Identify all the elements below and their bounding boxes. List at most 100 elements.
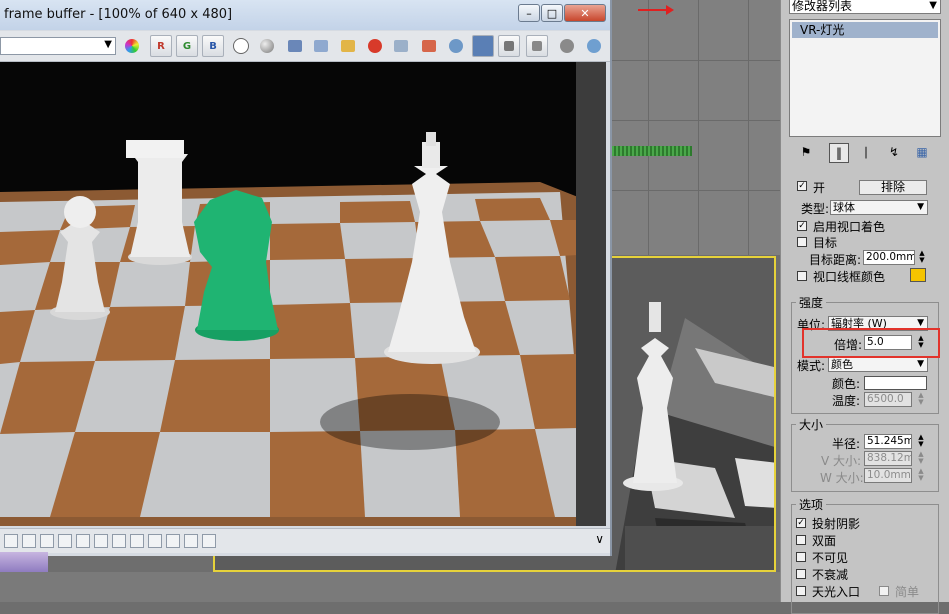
no-decay-label: 不衰减 — [812, 568, 849, 582]
multiplier-highlight-box — [802, 328, 940, 358]
simple-label: 简单 — [895, 585, 920, 599]
invisible-label: 不可见 — [812, 551, 849, 565]
render-scroll-area[interactable] — [576, 62, 606, 526]
close-button[interactable]: ✕ — [564, 4, 606, 22]
history-icon[interactable] — [4, 534, 18, 548]
split-compare-icon[interactable] — [166, 534, 180, 548]
remove-modifier-icon[interactable]: ↯ — [885, 143, 903, 161]
save-icon[interactable] — [284, 35, 306, 57]
h-compare-icon[interactable] — [148, 534, 162, 548]
frame-buffer-titlebar[interactable]: frame buffer - [100% of 640 x 480] – □ ✕ — [0, 0, 610, 30]
window-title: frame buffer - [100% of 640 x 480] — [4, 7, 233, 22]
color-wheel-icon[interactable] — [121, 35, 143, 57]
invisible-checkbox[interactable] — [796, 552, 806, 562]
temperature-field[interactable]: 6500.0 — [864, 392, 912, 407]
skylight-portal-checkbox[interactable] — [796, 586, 806, 596]
radius-spinner[interactable]: ▲ ▼ — [916, 434, 926, 449]
wire-color-label: 视口线框颜色 — [813, 270, 886, 284]
simple-checkbox[interactable] — [879, 586, 889, 596]
blue-channel-button[interactable]: B — [202, 35, 224, 57]
duplicate-icon[interactable] — [310, 35, 332, 57]
type-dropdown[interactable]: 球体 ▼ — [830, 200, 928, 215]
radius-field[interactable]: 51.245mm — [864, 434, 912, 449]
ab-compare-icon[interactable] — [184, 534, 198, 548]
double-sided-checkbox[interactable] — [796, 535, 806, 545]
maximize-button[interactable]: □ — [541, 4, 563, 22]
target-distance-spinner[interactable]: ▲ ▼ — [917, 250, 927, 265]
frame-buffer-bottom-toolbar: ∨ — [0, 528, 610, 553]
wire-color-checkbox[interactable] — [797, 271, 807, 281]
clear-image-icon[interactable] — [364, 35, 386, 57]
wire-color-swatch[interactable] — [910, 268, 926, 282]
top-viewport[interactable] — [612, 0, 780, 255]
exposure-icon[interactable] — [76, 534, 90, 548]
stack-item-vray-light[interactable]: VR-灯光 — [792, 22, 938, 38]
red-channel-button[interactable]: R — [150, 35, 172, 57]
folder-icon[interactable] — [337, 35, 359, 57]
v-size-label: V 大小: — [821, 454, 862, 468]
mono-gray-icon[interactable] — [256, 35, 278, 57]
cast-shadows-label: 投射阴影 — [812, 517, 861, 531]
teapot-render-icon[interactable] — [445, 35, 467, 57]
modifier-stack[interactable]: VR-灯光 — [789, 19, 941, 137]
region-render-icon[interactable] — [418, 35, 440, 57]
options-group-title: 选项 — [796, 496, 827, 513]
temperature-spinner[interactable]: ▲ ▼ — [916, 392, 926, 407]
frame-buffer-toolbar: ▼ R G B — [0, 31, 610, 62]
minimize-button[interactable]: – — [518, 4, 540, 22]
pin-stack-icon[interactable]: ⚑ — [797, 143, 815, 161]
command-panel: 修改器列表 ▼ VR-灯光 ⚑ ‖ ∣ ↯ ▦ ✓ 开 排除 类型: 球体 ▼ … — [780, 0, 949, 614]
stack-toolbar: ⚑ ‖ ∣ ↯ ▦ — [789, 141, 941, 163]
expand-chevron-icon[interactable]: ∨ — [595, 532, 604, 546]
frame-buffer-window[interactable]: frame buffer - [100% of 640 x 480] – □ ✕… — [0, 0, 612, 556]
status-bar — [0, 572, 780, 602]
curve-icon[interactable] — [58, 534, 72, 548]
cast-shadows-checkbox[interactable]: ✓ — [796, 518, 806, 528]
pixel-info-icon[interactable] — [526, 35, 548, 57]
make-unique-icon[interactable]: ∣ — [857, 143, 875, 161]
target-checkbox[interactable] — [797, 237, 807, 247]
taskbar-thumbnail — [0, 552, 48, 572]
white-balance-icon[interactable] — [94, 534, 108, 548]
intensity-group-title: 强度 — [796, 294, 827, 311]
srgb-icon[interactable] — [112, 534, 126, 548]
lens-effects-icon[interactable] — [22, 534, 36, 548]
w-size-spinner[interactable]: ▲ ▼ — [916, 468, 926, 483]
exclude-button[interactable]: 排除 — [859, 180, 927, 195]
viewport-shading-checkbox[interactable]: ✓ — [797, 221, 807, 231]
lut-icon[interactable] — [130, 534, 144, 548]
link-icon[interactable] — [472, 35, 494, 57]
chevron-down-icon: ▼ — [917, 359, 924, 369]
target-distance-field[interactable]: 200.0mm — [863, 250, 915, 265]
levels-icon[interactable] — [40, 534, 54, 548]
zoom-fit-icon[interactable] — [498, 35, 520, 57]
green-channel-button[interactable]: G — [176, 35, 198, 57]
configure-sets-icon[interactable]: ▦ — [913, 143, 931, 161]
render-teapot-icon[interactable] — [583, 35, 605, 57]
color-label: 颜色: — [832, 377, 861, 391]
skylight-portal-label: 天光入口 — [812, 585, 861, 599]
temperature-label: 温度: — [832, 394, 861, 408]
mode-dropdown[interactable]: 颜色 ▼ — [828, 357, 928, 372]
target-label: 目标 — [813, 236, 838, 250]
alpha-white-icon[interactable] — [230, 35, 252, 57]
chevron-down-icon: ▼ — [917, 202, 924, 212]
w-size-field[interactable]: 10.0mm — [864, 468, 912, 483]
no-decay-checkbox[interactable] — [796, 569, 806, 579]
render-channel-select[interactable]: ▼ — [0, 37, 116, 55]
on-checkbox[interactable]: ✓ — [797, 181, 807, 191]
type-label: 类型: — [801, 202, 830, 216]
light-color-swatch[interactable] — [864, 376, 927, 390]
show-end-result-icon[interactable]: ‖ — [829, 143, 849, 163]
v-size-field[interactable]: 838.12mm — [864, 451, 912, 466]
target-distance-label: 目标距离: — [809, 253, 862, 267]
stop-icon[interactable] — [556, 35, 578, 57]
axis-gizmo-arrow — [638, 5, 674, 15]
track-mouse-icon[interactable] — [390, 35, 412, 57]
modifier-list-dropdown[interactable]: 修改器列表 ▼ — [789, 0, 941, 14]
mode-label: 模式: — [797, 359, 826, 373]
chevron-down-icon: ▼ — [929, 0, 937, 11]
frame-stamp-icon[interactable] — [202, 534, 216, 548]
v-size-spinner[interactable]: ▲ ▼ — [916, 451, 926, 466]
rendered-image[interactable] — [0, 62, 606, 526]
